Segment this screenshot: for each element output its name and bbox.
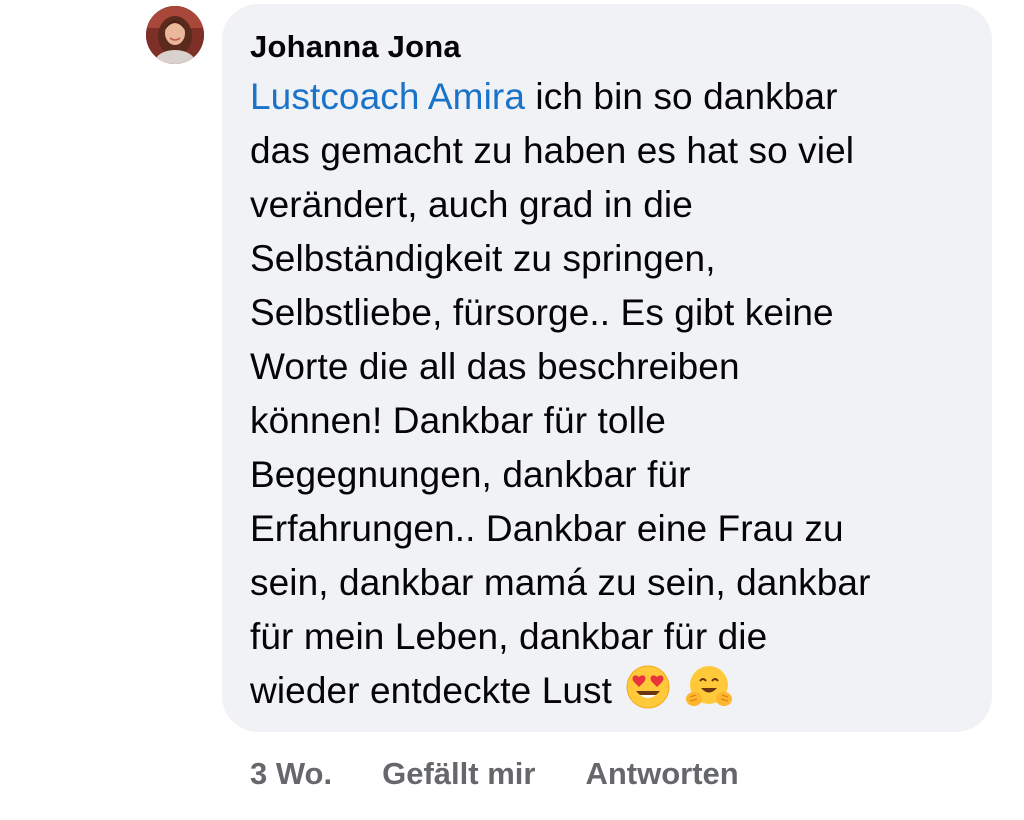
comment-timestamp[interactable]: 3 Wo. <box>250 756 332 792</box>
comment-text: Lustcoach Amira ich bin so dankbar das g… <box>250 70 972 724</box>
comment-line-7: können! Dankbar für tolle <box>250 400 666 441</box>
mention-link[interactable]: Lustcoach Amira <box>250 76 525 117</box>
hugging-face-emoji-icon <box>685 665 733 724</box>
comment-line-8: Begegnungen, dankbar für <box>250 454 691 495</box>
comment-bubble: Johanna Jona Lustcoach Amira ich bin so … <box>222 4 992 732</box>
profile-photo-icon <box>146 6 204 64</box>
reply-button[interactable]: Antworten <box>585 756 738 792</box>
comment-line-10: sein, dankbar mamá zu sein, dankbar <box>250 562 871 603</box>
comment-line-1-text: ich bin so dankbar <box>525 76 838 117</box>
comment: Johanna Jona Lustcoach Amira ich bin so … <box>0 0 1024 820</box>
comment-line-12-text: wieder entdeckte Lust <box>250 670 613 711</box>
like-button[interactable]: Gefällt mir <box>382 756 535 792</box>
comment-line-12: wieder entdeckte Lust <box>250 664 972 724</box>
comment-line-2: das gemacht zu haben es hat so viel <box>250 130 855 171</box>
comment-actions: 3 Wo. Gefällt mir Antworten <box>250 752 789 796</box>
comment-line-4: Selbständigkeit zu springen, <box>250 238 716 279</box>
author-avatar[interactable] <box>146 6 204 64</box>
author-name[interactable]: Johanna Jona <box>250 28 972 66</box>
comment-line-1: Lustcoach Amira ich bin so dankbar <box>250 70 972 124</box>
comment-line-6: Worte die all das beschreiben <box>250 346 740 387</box>
comment-line-3: verändert, auch grad in die <box>250 184 693 225</box>
comment-line-9: Erfahrungen.. Dankbar eine Frau zu <box>250 508 844 549</box>
comment-line-11: für mein Leben, dankbar für die <box>250 616 768 657</box>
comment-line-5: Selbstliebe, fürsorge.. Es gibt keine <box>250 292 834 333</box>
heart-eyes-emoji-icon <box>626 665 670 724</box>
